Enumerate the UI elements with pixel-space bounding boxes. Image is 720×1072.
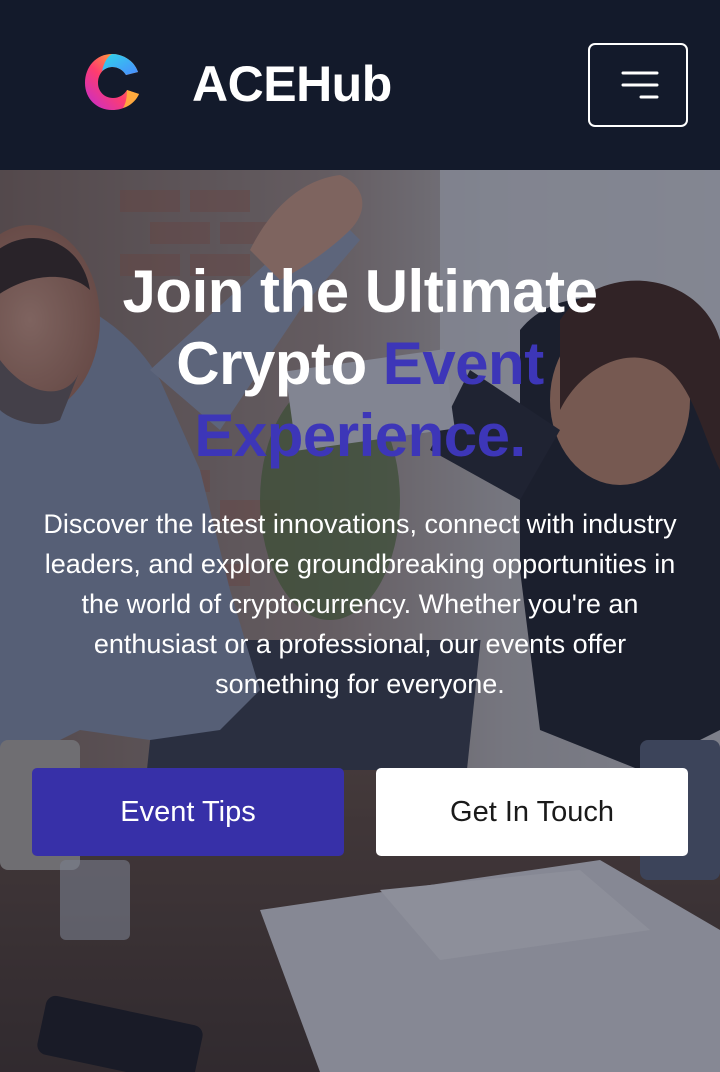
get-in-touch-button[interactable]: Get In Touch bbox=[376, 768, 688, 856]
menu-button[interactable] bbox=[588, 43, 688, 127]
site-header: ACEHub bbox=[0, 0, 720, 170]
hero-headline: Join the Ultimate Crypto Event Experienc… bbox=[30, 256, 690, 472]
brand-name[interactable]: ACEHub bbox=[192, 56, 392, 112]
hero-section: Join the Ultimate Crypto Event Experienc… bbox=[0, 170, 720, 1072]
event-tips-button[interactable]: Event Tips bbox=[32, 768, 344, 856]
ace-logo-icon[interactable] bbox=[82, 50, 144, 114]
hero-description: Discover the latest innovations, connect… bbox=[43, 509, 677, 699]
menu-icon bbox=[621, 71, 659, 99]
